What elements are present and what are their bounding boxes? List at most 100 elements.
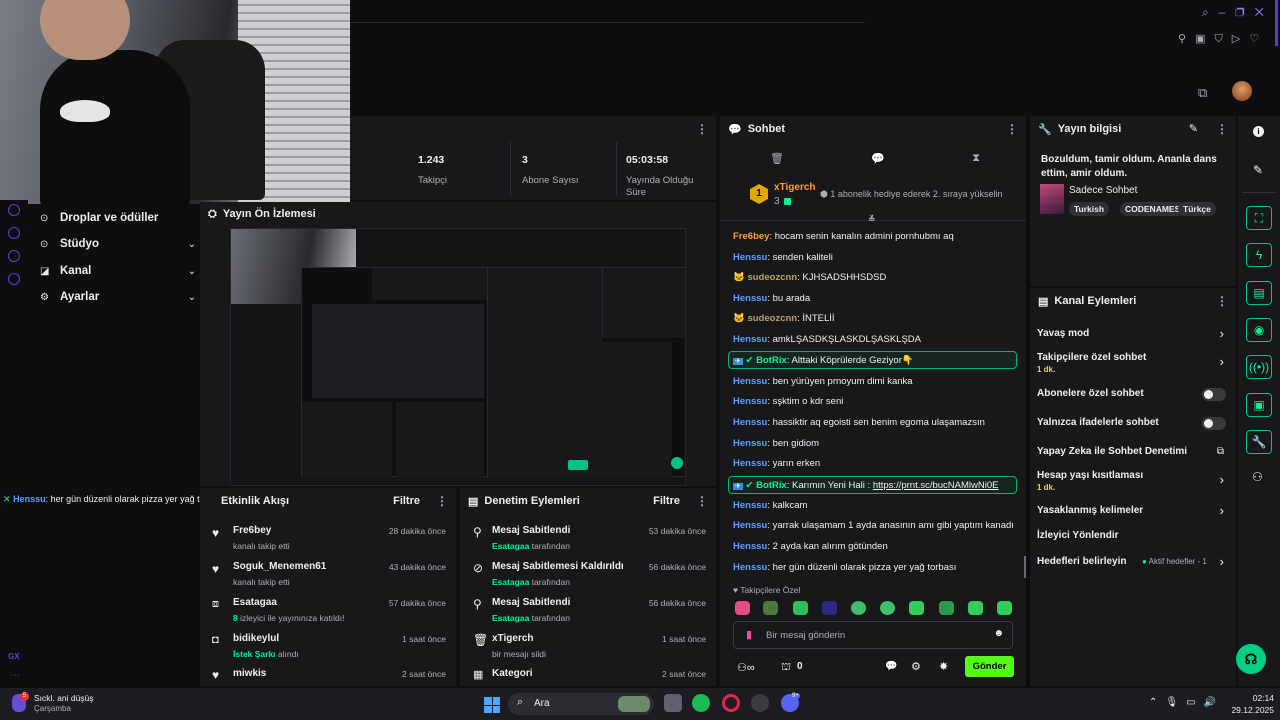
activity-item[interactable]: ♥ Fre6bey kanalı takip etti 28 dakika ön… (200, 524, 456, 560)
action-subscribers-only[interactable]: Abonelere özel sohbet (1030, 388, 1236, 404)
hourglass-icon[interactable]: ⧗ (972, 152, 980, 165)
minimize-icon[interactable]: – (1219, 5, 1236, 19)
emote[interactable] (997, 601, 1012, 615)
network-icon[interactable]: ▭ (1186, 697, 1203, 708)
emote-icon[interactable]: ✸ (939, 660, 948, 673)
obs-icon[interactable] (751, 694, 769, 712)
lightning-icon[interactable]: ϟ (1246, 243, 1272, 267)
chat-message[interactable]: Henssu: senden kaliteli (733, 252, 833, 263)
activity-item[interactable]: ⧈ Esatagaa 8 izleyici ile yayınınıza kat… (200, 596, 456, 632)
file-explorer-icon[interactable] (664, 694, 682, 712)
sidebar-item-channel[interactable]: ◪ Kanal ⌄ (40, 261, 196, 281)
mic-icon[interactable]: 🎙 (1165, 697, 1186, 708)
sidebar-item-studio[interactable]: ⊙ Stüdyo ⌄ (40, 234, 196, 254)
chat-message[interactable]: Henssu: 2 ayda kan alırım götünden (733, 541, 888, 552)
rail-icon-studio[interactable] (8, 227, 20, 239)
rail-icon-settings[interactable] (8, 273, 20, 285)
clock[interactable]: 02:14 29.12.2025 (1224, 693, 1274, 715)
chat-input[interactable]: ▮ Bir mesaj gönderin ☻ (733, 621, 1013, 649)
send-button[interactable]: Gönder (965, 656, 1014, 677)
collapse-icon[interactable]: ≚ (868, 214, 876, 225)
emote[interactable] (851, 601, 866, 615)
volume-icon[interactable]: 🔊 (1204, 697, 1224, 708)
action-ai-moderation[interactable]: Yapay Zeka ile Sohbet Denetimi ⧉ (1030, 446, 1236, 462)
moderation-item[interactable]: ⊘ Mesaj Sabitlemesi Kaldırıldı Esatagaa … (460, 560, 716, 596)
chat-message[interactable]: Henssu: bu arada (733, 293, 810, 304)
emotes-only-toggle[interactable] (1202, 417, 1226, 430)
chat-message[interactable]: ✈ ✔ BotRix: Alttaki Köprülerde Geziyor👇 (733, 355, 914, 366)
chat-message[interactable]: Henssu: ben yürüyen prnoyum dimi kanka (733, 376, 913, 387)
chevron-up-icon[interactable]: ⌃ (1149, 697, 1165, 708)
edit-icon[interactable]: ✎ (1189, 122, 1198, 135)
action-banned-words[interactable]: Yasaklanmış kelimeler › (1030, 503, 1236, 521)
pencil-icon[interactable]: ✎ (1253, 163, 1263, 177)
chat-message[interactable]: Henssu: kalkcam (733, 500, 807, 511)
emote[interactable] (793, 601, 808, 615)
emoji-icon[interactable]: ☻ (993, 628, 1004, 639)
channel-actions-menu-icon[interactable]: ⋮ (1216, 294, 1228, 308)
play-icon[interactable]: ▷ (1232, 33, 1249, 45)
action-account-age[interactable]: Hesap yaşı kısıtlaması 1 dk. › (1030, 470, 1236, 496)
chat-message[interactable]: ✈ ✔ BotRix: Karımın Yeni Hali : https://… (733, 480, 998, 491)
chat-message[interactable]: Fre6bey: hocam senin kanalın admini porn… (733, 231, 954, 242)
preview-toggle-icon[interactable]: ⛶ (1246, 206, 1272, 230)
chat-toggle-icon[interactable]: ◉ (1246, 318, 1272, 342)
sidebar-item-drops[interactable]: ⊙ Droplar ve ödüller (40, 208, 196, 228)
emote[interactable] (880, 601, 895, 615)
activity-item[interactable]: ◘ bidikeylul İstek Şarkı alındı 1 saat ö… (200, 632, 456, 668)
stream-info-menu-icon[interactable]: ⋮ (1216, 122, 1228, 136)
tag-chip[interactable]: Turkish (1069, 202, 1110, 216)
more-icon[interactable]: ⋯ (10, 670, 20, 681)
sidebar-item-settings[interactable]: ⚙ Ayarlar ⌄ (40, 287, 196, 307)
chat-message[interactable]: 🐱 sudeozcnn: KJHSADSHHSDSD (733, 272, 886, 283)
activity-filter-button[interactable]: Filtre (393, 495, 420, 507)
emote[interactable] (968, 601, 983, 615)
delete-icon[interactable]: 🗑 (770, 152, 784, 165)
subscribers-only-toggle[interactable] (1202, 388, 1226, 401)
action-followers-only[interactable]: Takipçilere özel sohbet 1 dk. › (1030, 352, 1236, 378)
chat-link[interactable]: https://prnt.sc/bucNAMlwNi0E (873, 480, 999, 491)
wrench-toggle-icon[interactable]: 🔧 (1246, 430, 1272, 454)
info-icon[interactable]: i (1253, 126, 1264, 137)
message-icon[interactable]: 💬 (871, 152, 885, 165)
mic-icon[interactable]: ▮ (746, 628, 752, 641)
action-host[interactable]: İzleyici Yönlendir (1030, 530, 1236, 546)
emote[interactable] (909, 601, 924, 615)
chat-menu-icon[interactable]: ⋮ (1006, 122, 1018, 136)
chat-bubble-icon[interactable]: 💬 (885, 661, 897, 672)
chat-message[interactable]: Henssu: her gün düzenli olarak pizza yer… (733, 562, 956, 573)
chat-message[interactable]: Henssu: sşktim o kdr seni (733, 396, 843, 407)
tag-chip[interactable]: CODENAMES (1120, 202, 1186, 216)
stats-menu-icon[interactable]: ⋮ (696, 122, 708, 136)
opera-gx-icon[interactable] (722, 694, 740, 712)
link-icon[interactable]: ⚇∞ (737, 661, 755, 674)
pin-icon[interactable]: ⚲ (1178, 33, 1195, 45)
chat-message[interactable]: Henssu: amkLŞASDKŞLASKDLŞASKLŞDA (733, 334, 921, 345)
search-icon[interactable]: ⌕ (1202, 5, 1219, 19)
cast-icon[interactable]: ⧉ (1198, 85, 1207, 101)
restore-icon[interactable]: ❐ (1235, 5, 1254, 19)
chat-message[interactable]: Henssu: yarrak ulaşamam 1 ayda anasının … (733, 520, 1014, 531)
rail-icon-drops[interactable] (8, 204, 20, 216)
document-icon[interactable]: ▤ (1246, 281, 1272, 305)
moderation-menu-icon[interactable]: ⋮ (696, 494, 708, 508)
moderation-toggle-icon[interactable]: ▣ (1246, 393, 1272, 417)
moderation-item[interactable]: ▦ Kategori 2 saat önce (460, 668, 716, 686)
activity-item[interactable]: ♥ miwkis 2 saat önce (200, 668, 456, 686)
preview-video[interactable] (230, 228, 686, 486)
chat-message[interactable]: Henssu: ben gidiom (733, 438, 819, 449)
taskbar-search[interactable]: ⌕ Ara (508, 693, 654, 715)
action-emotes-only[interactable]: Yalnızca ifadelerle sohbet (1030, 417, 1236, 433)
tag-chip[interactable]: Türkçe (1178, 202, 1216, 216)
emote[interactable] (735, 601, 750, 615)
broadcast-icon[interactable]: ((•)) (1246, 355, 1272, 379)
heart-icon[interactable]: ♡ (1249, 33, 1268, 45)
chat-message[interactable]: Henssu: yarın erken (733, 458, 820, 469)
action-goals[interactable]: Hedefleri belirleyin ● Aktif hedefler - … (1030, 554, 1236, 572)
activity-menu-icon[interactable]: ⋮ (436, 494, 448, 508)
close-icon[interactable]: ✕ (1255, 5, 1274, 19)
emote[interactable] (822, 601, 837, 615)
gear-icon[interactable]: ⚙ (911, 660, 921, 673)
chat-message[interactable]: Henssu: hassiktir aq egoisti sen benim e… (733, 417, 985, 428)
activity-item[interactable]: ♥ Soguk_Menemen61 kanalı takip etti 43 d… (200, 560, 456, 596)
